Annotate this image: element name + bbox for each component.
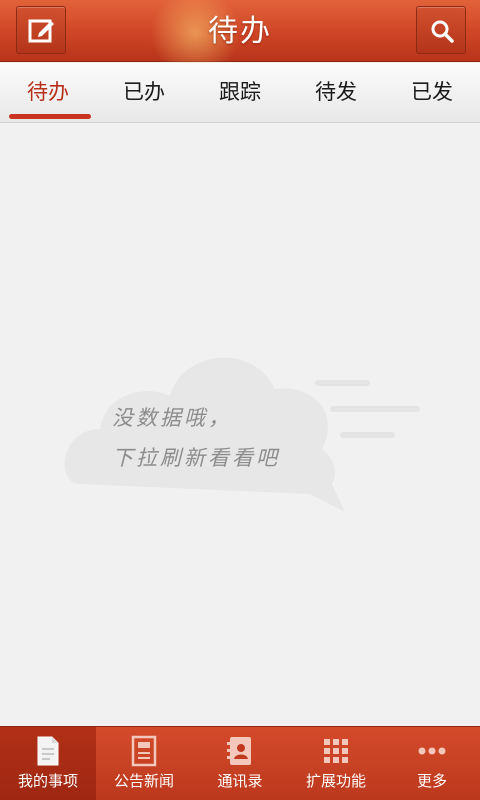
top-header: 待办 <box>0 0 480 78</box>
more-icon <box>418 747 446 755</box>
nav-label-more: 更多 <box>416 772 447 790</box>
nav-extensions[interactable]: 扩展功能 <box>288 727 384 800</box>
page-title: 待办 <box>208 14 272 49</box>
tab-bar: 待办 已办 跟踪 待发 已发 <box>0 63 480 123</box>
empty-message-line2: 下拉刷新看看吧 <box>112 446 280 470</box>
search-button[interactable] <box>416 6 466 54</box>
grid-icon <box>324 739 348 763</box>
search-icon <box>431 20 454 43</box>
nav-label-extensions: 扩展功能 <box>305 772 366 790</box>
nav-news[interactable]: 公告新闻 <box>96 727 192 800</box>
tab-tracking[interactable]: 跟踪 <box>192 63 288 123</box>
content-area[interactable]: 没数据哦， 下拉刷新看看吧 <box>0 124 480 726</box>
empty-message-line1: 没数据哦， <box>112 406 232 430</box>
nav-more[interactable]: 更多 <box>384 727 480 800</box>
nav-label-news: 公告新闻 <box>113 772 174 790</box>
bottom-navigation: 我的事项 公告新闻 通讯录 扩展功能 更多 <box>0 726 480 800</box>
nav-my-items[interactable]: 我的事项 <box>0 727 96 800</box>
tab-done[interactable]: 已办 <box>96 63 192 123</box>
contacts-icon <box>227 737 251 765</box>
active-tab-indicator <box>9 114 91 119</box>
document-icon <box>37 736 59 766</box>
nav-contacts[interactable]: 通讯录 <box>192 727 288 800</box>
tab-to-send[interactable]: 待发 <box>288 63 384 123</box>
nav-label-my-items: 我的事项 <box>17 772 78 790</box>
nav-label-contacts: 通讯录 <box>217 772 263 790</box>
news-icon <box>131 735 157 767</box>
tab-sent[interactable]: 已发 <box>384 63 480 123</box>
